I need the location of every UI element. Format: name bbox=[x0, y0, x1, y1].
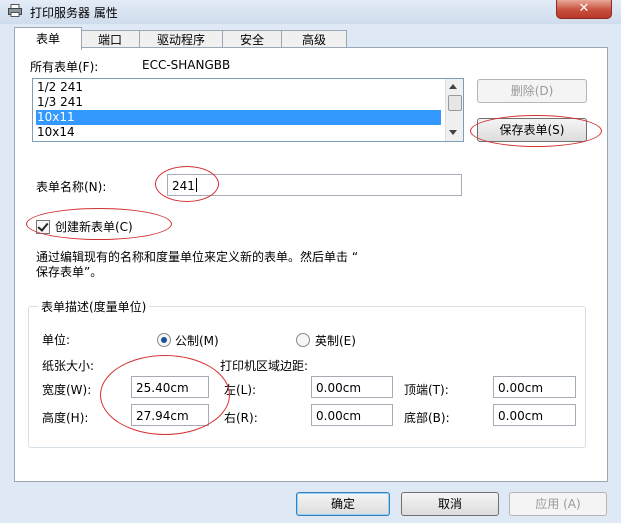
apply-button[interactable]: 应用 (A) bbox=[509, 492, 607, 516]
server-name: ECC-SHANGBB bbox=[142, 58, 231, 72]
bottom-margin-input[interactable]: 0.00cm bbox=[493, 404, 576, 426]
height-input[interactable]: 27.94cm bbox=[131, 404, 209, 426]
delete-button[interactable]: 删除(D) bbox=[477, 79, 587, 103]
right-margin-label: 右(R): bbox=[224, 411, 258, 425]
form-name-input[interactable]: 241 bbox=[167, 174, 462, 196]
forms-list[interactable]: 1/2 241 1/3 241 10x11 10x14 bbox=[32, 78, 464, 142]
imperial-label: 英制(E) bbox=[315, 334, 356, 348]
close-button[interactable]: ✕ bbox=[556, 0, 612, 19]
tab-label: 驱动程序 bbox=[156, 33, 205, 47]
form-name-value: 241 bbox=[172, 179, 195, 193]
left-margin-input[interactable]: 0.00cm bbox=[311, 376, 393, 398]
list-item[interactable]: 10x14 bbox=[36, 125, 441, 140]
scroll-down-icon[interactable] bbox=[449, 130, 457, 135]
text-cursor bbox=[195, 178, 197, 192]
tab-label: 表单 bbox=[35, 32, 60, 46]
unit-label: 单位: bbox=[42, 333, 71, 347]
bottom-margin-label: 底部(B): bbox=[404, 411, 450, 425]
margins-label: 打印机区域边距: bbox=[220, 359, 309, 373]
scroll-up-icon[interactable] bbox=[449, 84, 457, 89]
top-margin-input[interactable]: 0.00cm bbox=[493, 376, 576, 398]
height-label: 高度(H): bbox=[42, 411, 89, 425]
group-title: 表单描述(度量单位) bbox=[38, 298, 150, 315]
save-form-button[interactable]: 保存表单(S) bbox=[477, 118, 587, 142]
width-label: 宽度(W): bbox=[42, 383, 92, 397]
title-bar: 打印服务器 属性 ✕ bbox=[0, 0, 621, 24]
paper-size-label: 纸张大小: bbox=[42, 359, 95, 373]
tab-forms[interactable]: 表单 bbox=[14, 27, 82, 50]
list-item[interactable]: 1/2 241 bbox=[36, 80, 441, 95]
list-scrollbar[interactable] bbox=[445, 79, 463, 141]
list-item-selected[interactable]: 10x11 bbox=[36, 110, 441, 125]
top-margin-label: 顶端(T): bbox=[404, 383, 449, 397]
create-new-label: 创建新表单(C) bbox=[55, 220, 133, 234]
tab-label: 高级 bbox=[301, 33, 326, 47]
metric-label: 公制(M) bbox=[175, 334, 219, 348]
imperial-radio[interactable] bbox=[296, 333, 310, 347]
all-forms-label: 所有表单(F): bbox=[30, 60, 99, 74]
scroll-thumb[interactable] bbox=[448, 95, 462, 111]
metric-radio[interactable] bbox=[157, 333, 171, 347]
cancel-button[interactable]: 取消 bbox=[401, 492, 499, 516]
description-line-2: 保存表单”。 bbox=[36, 265, 103, 279]
ok-button[interactable]: 确定 bbox=[296, 492, 390, 516]
tab-label: 安全 bbox=[239, 33, 264, 47]
window-title: 打印服务器 属性 bbox=[30, 6, 118, 20]
left-margin-label: 左(L): bbox=[224, 383, 257, 397]
printer-icon bbox=[8, 4, 22, 17]
close-icon: ✕ bbox=[578, 1, 590, 16]
list-item[interactable]: 1/3 241 bbox=[36, 95, 441, 110]
right-margin-input[interactable]: 0.00cm bbox=[311, 404, 393, 426]
tab-label: 端口 bbox=[97, 33, 122, 47]
form-name-label: 表单名称(N): bbox=[36, 180, 107, 194]
create-new-checkbox[interactable] bbox=[36, 220, 50, 234]
width-input[interactable]: 25.40cm bbox=[131, 376, 209, 398]
